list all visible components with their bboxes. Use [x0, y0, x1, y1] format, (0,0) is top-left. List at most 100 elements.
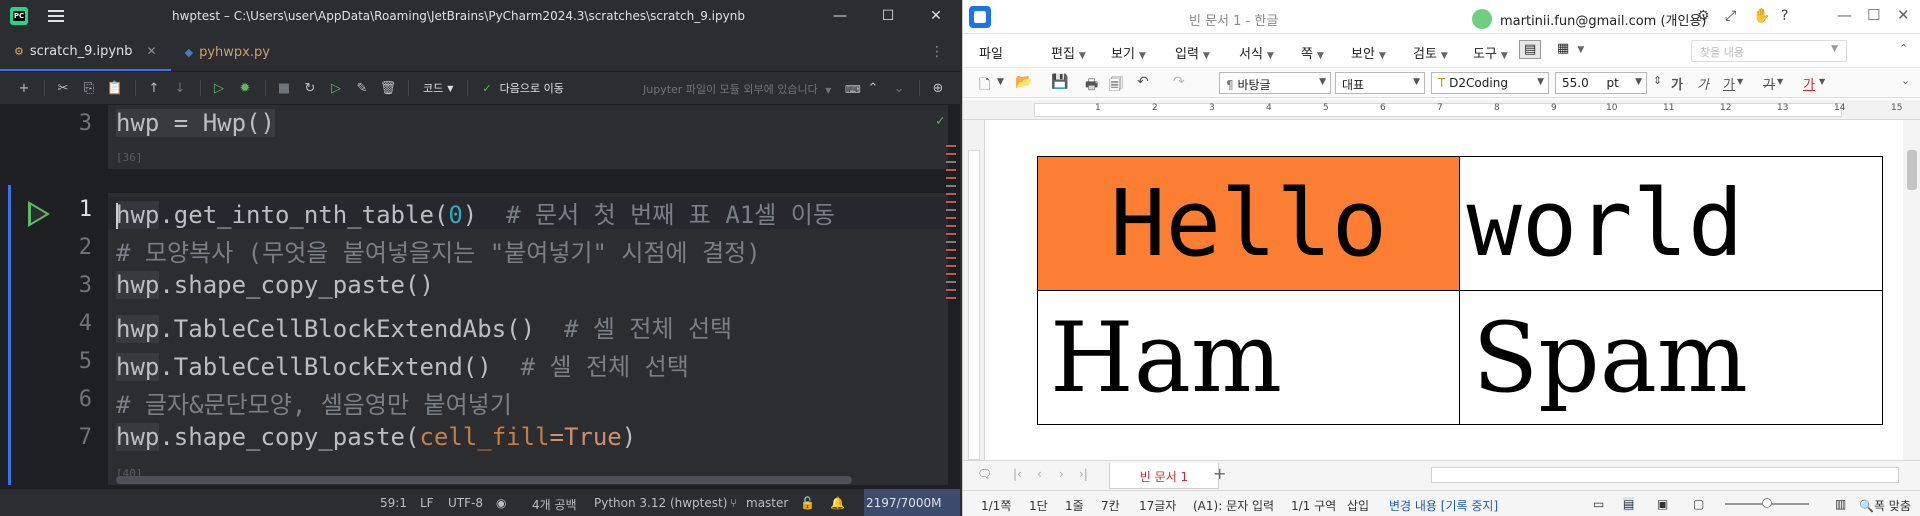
notebook-editor[interactable]: 3 hwp = Hwp() [36] 1 2 3 4 5 6 7 hwp.get… — [0, 105, 960, 485]
bold-button[interactable]: 가 — [1671, 74, 1683, 93]
strikethrough-button[interactable]: 가 — [1763, 74, 1775, 93]
close-icon[interactable]: ✕ — [912, 0, 960, 32]
single-page-icon[interactable]: ▢ — [1693, 497, 1704, 511]
globe-icon[interactable]: ⊕ — [926, 76, 950, 100]
menu-view[interactable]: 보기 ▼ — [1111, 43, 1146, 62]
horizontal-scrollbar[interactable] — [1431, 467, 1899, 483]
next-cell-icon[interactable]: ⌄ — [887, 76, 911, 100]
move-down-icon[interactable]: ↓ — [168, 76, 192, 100]
collapse-ribbon-icon[interactable]: ⌃ — [1899, 42, 1908, 55]
python-interpreter[interactable]: Python 3.12 (hwptest) — [594, 496, 727, 510]
table-cell-a1[interactable]: Hello — [1036, 156, 1461, 291]
insert-mode[interactable]: 삽입 — [1347, 497, 1369, 514]
horizontal-scrollbar[interactable] — [116, 476, 852, 484]
column-count[interactable]: 1단 — [1029, 497, 1048, 514]
cell-mode[interactable]: (A1): 문자 입력 — [1193, 497, 1274, 514]
help-icon[interactable]: ? — [1781, 8, 1788, 24]
line-position[interactable]: 1줄 — [1065, 497, 1084, 514]
comment-icon[interactable]: 🗨 — [977, 467, 992, 481]
chevron-down-icon[interactable]: ▼ — [1819, 77, 1825, 86]
run-cell-gutter-icon[interactable] — [28, 201, 50, 227]
undo-icon[interactable]: ↶ — [1137, 74, 1149, 90]
scrollbar-thumb[interactable] — [1907, 150, 1917, 190]
page-count[interactable]: 1/1쪽 — [981, 497, 1011, 514]
style-toolbar-icon[interactable]: ▤ — [1519, 40, 1542, 59]
run-all-icon[interactable]: ▷ — [324, 76, 348, 100]
git-branch[interactable]: master — [746, 496, 788, 510]
italic-button[interactable]: 가 — [1697, 74, 1709, 93]
font-size-select[interactable]: 55.0 pt ▼ — [1555, 72, 1647, 94]
print-icon[interactable]: 🖶 — [1085, 74, 1098, 98]
delete-cell-icon[interactable]: 🗑 — [376, 76, 400, 100]
horizontal-ruler[interactable]: 1 2 3 4 5 6 7 8 9 10 11 12 13 14 15 — [963, 100, 1920, 120]
menu-file[interactable]: 파일 — [979, 43, 1003, 62]
column-position[interactable]: 7칸 — [1101, 497, 1120, 514]
menu-format[interactable]: 서식 ▼ — [1239, 43, 1274, 62]
minimize-icon[interactable]: — — [816, 0, 864, 32]
collapse-toolbar-icon[interactable]: ⌄ — [1901, 74, 1910, 87]
code-line[interactable]: hwp.get_into_nth_table(0) # 문서 첫 번째 표 A1… — [116, 195, 835, 230]
font-select[interactable]: T D2Coding ▼ — [1431, 72, 1549, 94]
terminal-icon[interactable]: ⌨ — [845, 83, 861, 96]
menu-insert[interactable]: 입력 ▼ — [1175, 43, 1210, 62]
clear-outputs-icon[interactable]: ✎ — [350, 76, 374, 100]
restart-kernel-icon[interactable]: ↻ — [298, 76, 322, 100]
font-size-stepper[interactable]: ⇕ — [1653, 74, 1662, 87]
table-cell-a2[interactable]: Ham — [1036, 290, 1461, 425]
maximize-icon[interactable]: ☐ — [1867, 6, 1880, 24]
section-count[interactable]: 1/1 구역 — [1291, 497, 1336, 514]
print-preview-icon[interactable]: 🗐 — [1109, 74, 1123, 98]
menu-review[interactable]: 검토 ▼ — [1413, 43, 1448, 62]
find-input[interactable]: 찾을 내용 ▼ — [1691, 40, 1847, 62]
open-folder-icon[interactable]: 📂 — [1015, 74, 1032, 90]
save-icon[interactable]: 💾 — [1051, 74, 1068, 90]
code-line[interactable]: hwp.TableCellBlockExtendAbs() # 셀 전체 선택 — [116, 309, 732, 344]
inspection-ok-icon[interactable]: ✓ — [936, 113, 944, 129]
caret-position[interactable]: 59:1 — [380, 496, 407, 510]
normal-view-icon[interactable]: ▭ — [1593, 497, 1604, 511]
expand-icon[interactable]: ⤢ — [1725, 8, 1736, 24]
code-line[interactable]: # 모양복사 (무엇을 붙여넣을지는 "붙여넣기" 시점에 결정) — [116, 233, 761, 268]
debug-cell-icon[interactable]: ✹ — [233, 76, 257, 100]
menu-security[interactable]: 보안 ▼ — [1351, 43, 1386, 62]
lock-icon[interactable]: 🔓 — [800, 496, 815, 510]
code-line[interactable]: hwp.shape_copy_paste() — [116, 271, 434, 299]
cut-icon[interactable]: ✂ — [51, 76, 75, 100]
run-cell-icon[interactable]: ▷ — [207, 76, 231, 100]
table-icon[interactable]: ▦ ▼ — [1553, 40, 1588, 57]
prev-page-icon[interactable]: ‹ — [1037, 467, 1042, 481]
paste-icon[interactable]: 📋 — [103, 76, 127, 100]
indent-setting[interactable]: 4개 공백 — [532, 496, 577, 513]
hand-icon[interactable]: ✋ — [1753, 8, 1770, 24]
font-color-button[interactable]: 가 — [1803, 74, 1815, 93]
hancom-logo-icon[interactable] — [969, 6, 991, 28]
page-layout-icon[interactable]: ▤ — [1623, 497, 1635, 511]
underline-button[interactable]: 가 — [1723, 74, 1735, 93]
char-count[interactable]: 17글자 — [1139, 497, 1176, 514]
close-icon[interactable]: ✕ — [1897, 6, 1910, 24]
prev-cell-icon[interactable]: ⌃ — [861, 76, 885, 100]
new-doc-icon[interactable]: 🗋 — [979, 74, 990, 98]
code-line[interactable]: hwp.shape_copy_paste(cell_fill=True) — [116, 423, 636, 451]
vertical-scrollbar[interactable] — [1903, 120, 1920, 460]
tab-scratch-ipynb[interactable]: ⚙ scratch_9.ipynb ✕ — [0, 33, 171, 71]
code-line[interactable]: hwp = Hwp() — [116, 109, 275, 137]
style-select[interactable]: ¶ 바탕글 ▼ — [1219, 72, 1331, 94]
move-up-icon[interactable]: ↑ — [142, 76, 166, 100]
gear-icon[interactable]: ⚙ — [1697, 8, 1710, 24]
user-account[interactable]: martinii.fun@gmail.com (개인용) — [1472, 9, 1707, 29]
goto-next-button[interactable]: ✓ 다음으로 이동 — [482, 80, 563, 96]
pycharm-logo-icon[interactable]: PC — [10, 7, 28, 25]
track-changes[interactable]: 변경 내용 [기록 중지] — [1389, 497, 1498, 514]
vertical-ruler[interactable] — [963, 120, 985, 460]
document-table[interactable]: Hello world Ham Spam — [1036, 156, 1883, 425]
chevron-down-icon[interactable]: ▼ — [1777, 77, 1783, 86]
main-menu-icon[interactable] — [48, 10, 64, 22]
menu-tools[interactable]: 도구 ▼ — [1473, 43, 1508, 62]
tab-pyhwpx-py[interactable]: ◆ pyhwpx.py — [171, 33, 284, 71]
menu-page[interactable]: 쪽 ▼ — [1301, 43, 1324, 62]
error-stripe[interactable] — [946, 145, 958, 305]
code-line[interactable]: # 글자&문단모양, 셀음영만 붙여넣기 — [116, 385, 512, 420]
jupyter-status[interactable]: Jupyter 파일이 모듈 외부에 있습니다 ▼ ⌨ — [643, 81, 861, 97]
eye-icon[interactable]: ◉ — [496, 496, 506, 510]
